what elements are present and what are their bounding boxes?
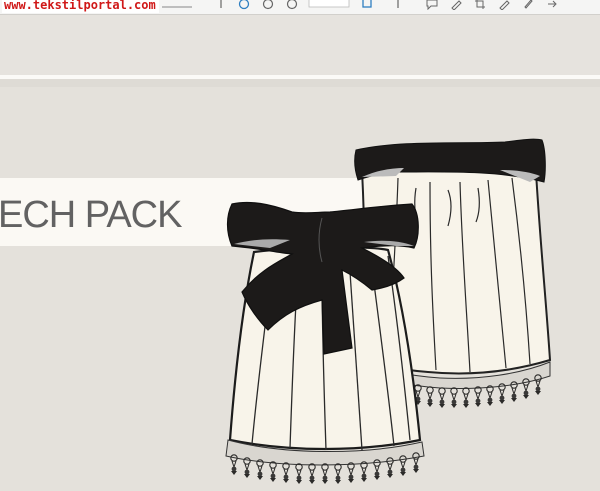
skirt-front-view (225, 201, 425, 485)
skirt-illustration (225, 138, 552, 485)
